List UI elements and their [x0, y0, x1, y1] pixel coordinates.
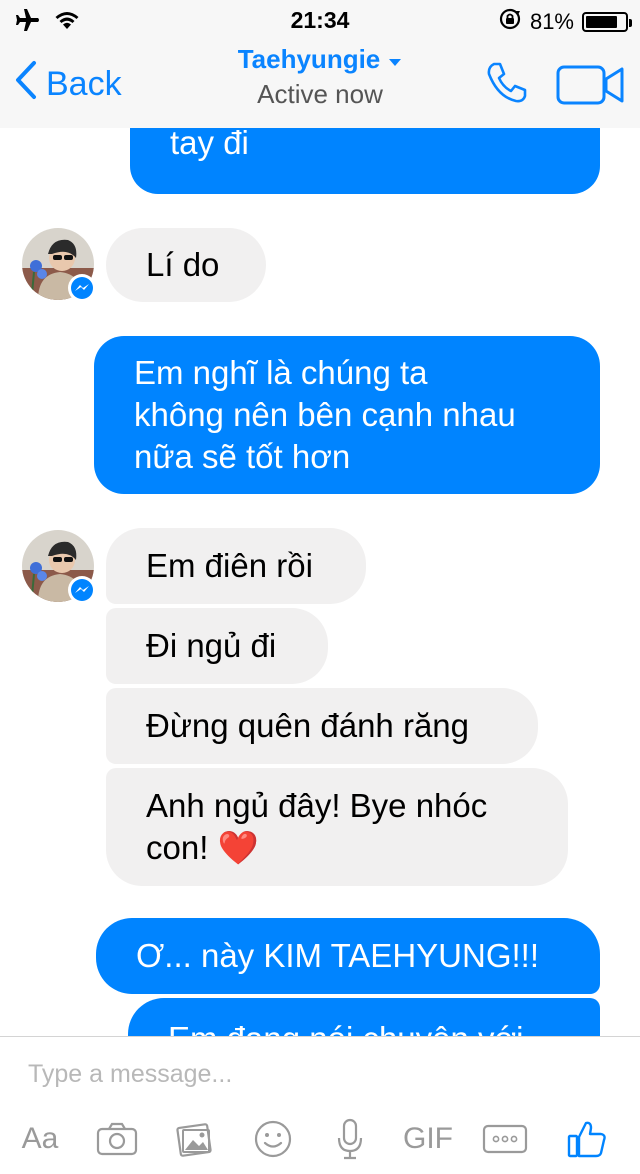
status-right: 81% — [498, 7, 632, 37]
status-bar: 21:34 81% — [0, 0, 640, 40]
message-bubble-outgoing[interactable]: tay đi — [130, 128, 600, 194]
message-bubble-incoming[interactable]: Đừng quên đánh răng — [106, 688, 538, 764]
emoji-icon[interactable] — [250, 1115, 296, 1163]
message-bubble-incoming[interactable]: Em điên rồi — [106, 528, 366, 604]
gif-button[interactable]: GIF — [398, 1115, 458, 1163]
message-text: Em điên rồi — [146, 547, 313, 584]
battery-fill — [586, 16, 617, 28]
message-text: nữa sẽ tốt hơn — [134, 438, 351, 475]
more-icon[interactable] — [480, 1115, 530, 1163]
message-bubble-outgoing[interactable]: Em đang nói chuyện với — [128, 998, 600, 1036]
message-bubble-outgoing[interactable]: Em nghĩ là chúng ta không nên bên cạnh n… — [94, 336, 600, 494]
back-button[interactable]: Back — [14, 60, 122, 109]
conversation-header: Back Taehyungie Active now — [0, 40, 640, 128]
text-format-label: Aa — [21, 1122, 59, 1155]
composer-toolbar: Aa GIF — [0, 1115, 640, 1163]
message-bubble-outgoing[interactable]: Ơ... này KIM TAEHYUNG!!! — [96, 918, 600, 994]
contact-name-text: Taehyungie — [237, 44, 381, 74]
messenger-icon — [68, 576, 96, 604]
message-text: Đừng quên đánh răng — [146, 707, 470, 744]
battery-percentage: 81% — [529, 9, 574, 34]
gallery-icon[interactable] — [172, 1115, 218, 1163]
message-text: con! ❤️ — [146, 829, 259, 866]
message-text: Em nghĩ là chúng ta — [134, 354, 428, 391]
battery-icon — [582, 12, 632, 32]
message-text: không nên bên cạnh nhau — [134, 396, 516, 433]
message-text: Anh ngủ đây! Bye nhóc — [146, 787, 488, 824]
microphone-icon[interactable] — [330, 1115, 370, 1163]
rotation-lock-icon — [498, 7, 522, 37]
composer: Aa GIF — [0, 1036, 640, 1174]
message-text: Đi ngủ đi — [146, 627, 277, 664]
message-bubble-incoming[interactable]: Lí do — [106, 228, 266, 302]
thumbs-up-icon[interactable] — [562, 1115, 612, 1163]
phone-icon[interactable] — [484, 60, 530, 111]
video-camera-icon[interactable] — [556, 64, 626, 111]
gif-label: GIF — [403, 1122, 453, 1155]
contact-name[interactable]: Taehyungie — [238, 44, 403, 75]
message-list[interactable]: tay đi Lí do Em nghĩ là chúng ta không n… — [0, 128, 640, 1036]
avatar[interactable] — [22, 228, 96, 302]
text-format-button[interactable]: Aa — [14, 1115, 66, 1163]
back-label: Back — [46, 65, 122, 103]
active-status: Active now — [257, 79, 383, 109]
message-text: Em đang nói chuyện với — [168, 1018, 560, 1036]
camera-icon[interactable] — [94, 1115, 140, 1163]
message-bubble-incoming[interactable]: Anh ngủ đây! Bye nhóc con! ❤️ — [106, 768, 568, 886]
conversation-title[interactable]: Taehyungie Active now — [200, 44, 440, 110]
messenger-icon — [68, 274, 96, 302]
message-bubble-incoming[interactable]: Đi ngủ đi — [106, 608, 328, 684]
chevron-down-icon — [388, 44, 402, 75]
message-text: Lí do — [146, 246, 220, 283]
message-input[interactable] — [28, 1057, 608, 1091]
message-text: tay đi — [170, 128, 249, 161]
avatar[interactable] — [22, 530, 96, 604]
message-text: Ơ... này KIM TAEHYUNG!!! — [136, 937, 539, 974]
chevron-left-icon — [14, 60, 38, 109]
